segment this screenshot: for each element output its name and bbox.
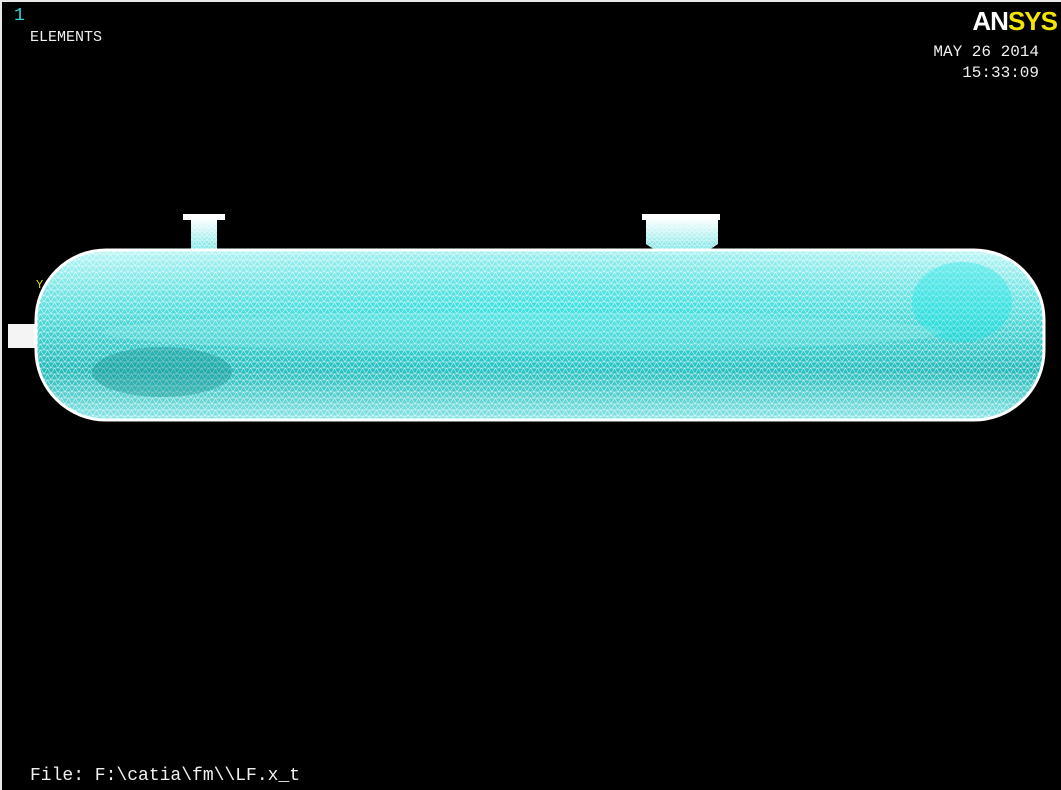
- coordinate-triad-icon: Y: [36, 278, 44, 292]
- plot-date: MAY 26 2014: [933, 43, 1039, 61]
- graphics-viewport[interactable]: 1 ELEMENTS ANSYS MAY 26 2014 15:33:09 Y …: [0, 0, 1061, 790]
- element-mesh-plot: [8, 214, 1046, 422]
- logo-part-sys: SYS: [1007, 6, 1058, 36]
- file-path-label: File: F:\catia\fm\\LF.x_t: [30, 766, 301, 786]
- ansys-logo: ANSYS: [972, 6, 1058, 37]
- logo-part-an: AN: [972, 6, 1009, 36]
- plot-type-label: ELEMENTS: [30, 29, 103, 46]
- window-number: 1: [14, 6, 25, 26]
- pressure-vessel-body: [34, 248, 1046, 422]
- plot-time: 15:33:09: [962, 64, 1039, 82]
